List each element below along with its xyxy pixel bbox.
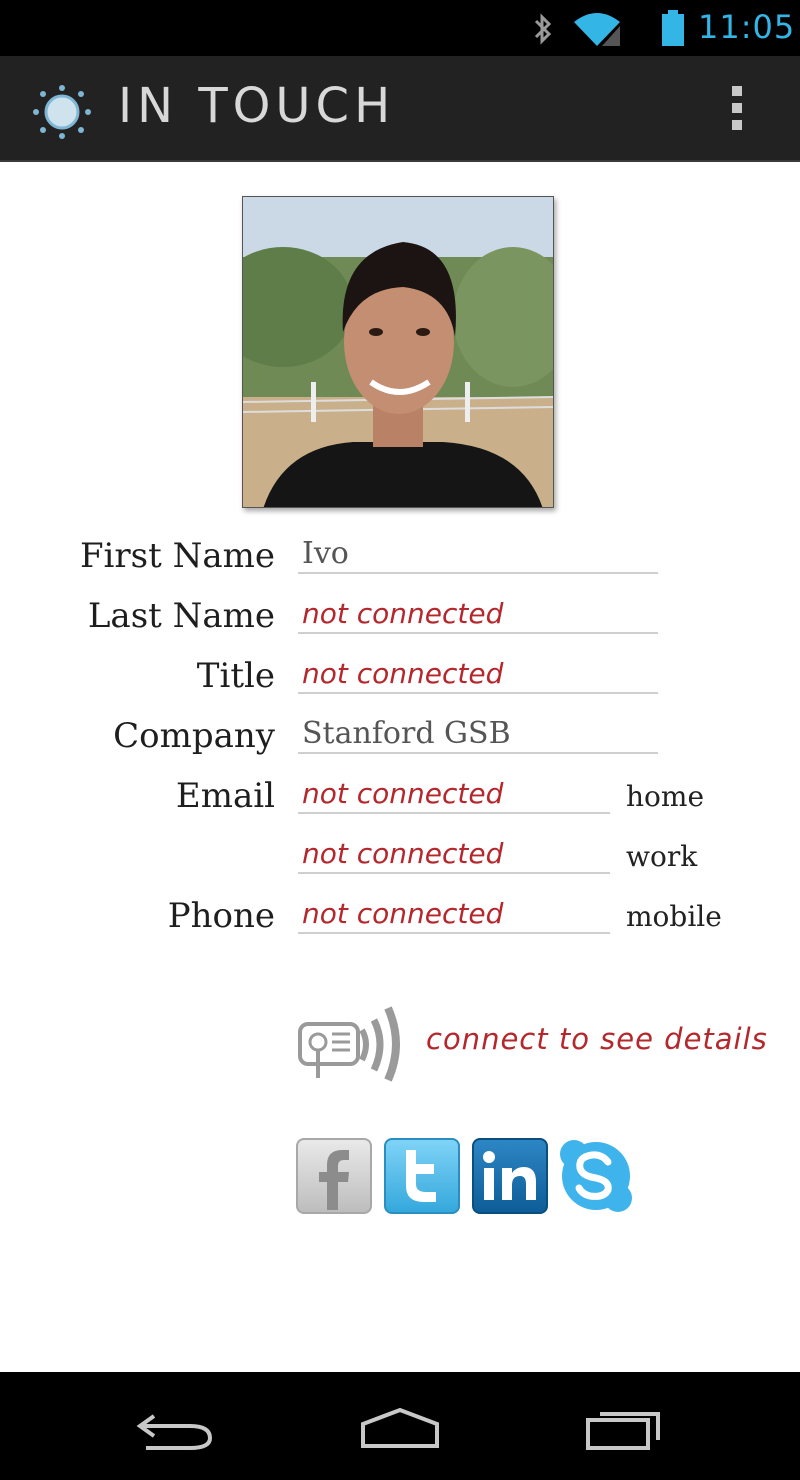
phone-mobile-tag: mobile <box>626 900 722 933</box>
app-title: IN TOUCH <box>118 78 396 134</box>
title-field[interactable]: not connected <box>298 654 658 694</box>
profile-photo <box>242 196 554 508</box>
email-work-tag: work <box>626 840 698 873</box>
recent-apps-icon[interactable] <box>580 1402 670 1452</box>
sun-logo-icon <box>33 85 91 139</box>
first-name-field[interactable]: Ivo <box>298 534 658 574</box>
phone-mobile-field[interactable]: not connected <box>298 894 610 934</box>
twitter-icon[interactable] <box>384 1138 460 1214</box>
email-home-field[interactable]: not connected <box>298 774 610 814</box>
bluetooth-icon <box>534 13 552 45</box>
company-label: Company <box>113 716 275 756</box>
facebook-icon[interactable] <box>296 1138 372 1214</box>
nfc-connect-icon[interactable] <box>296 1004 406 1082</box>
action-bar: IN TOUCH <box>0 56 800 162</box>
last-name-label: Last Name <box>87 596 275 636</box>
last-name-field[interactable]: not connected <box>298 594 658 634</box>
email-work-field[interactable]: not connected <box>298 834 610 874</box>
status-bar: 11:05 <box>0 0 800 56</box>
phone-label: Phone <box>167 896 275 936</box>
back-icon[interactable] <box>130 1402 220 1452</box>
skype-icon[interactable] <box>558 1138 634 1214</box>
title-label: Title <box>196 656 275 696</box>
navigation-bar <box>0 1372 800 1480</box>
battery-icon <box>662 10 684 46</box>
home-icon[interactable] <box>355 1402 445 1452</box>
email-home-tag: home <box>626 780 705 813</box>
wifi-icon <box>574 13 620 46</box>
overflow-menu-icon[interactable] <box>726 86 748 134</box>
status-clock: 11:05 <box>698 8 796 46</box>
first-name-label: First Name <box>79 536 275 576</box>
email-label: Email <box>175 776 275 816</box>
linkedin-icon[interactable] <box>472 1138 548 1214</box>
company-field[interactable]: Stanford GSB <box>298 714 658 754</box>
connect-hint[interactable]: connect to see details <box>426 1022 768 1056</box>
